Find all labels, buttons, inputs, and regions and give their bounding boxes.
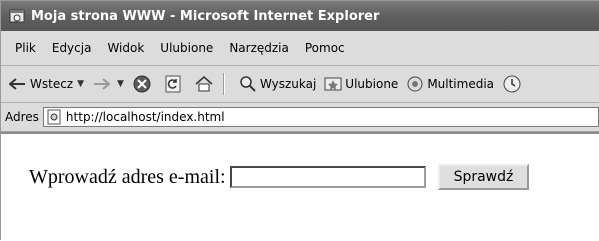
history-icon [503,75,521,93]
history-button[interactable] [502,74,525,94]
stop-icon [133,75,151,93]
toolbar: Wstecz ▼ ▼ Wyszukaj Ulubione Multimedia [1,66,599,103]
stop-button[interactable] [132,74,155,94]
email-field[interactable] [229,166,426,188]
favorites-label: Ulubione [345,77,399,91]
home-button[interactable] [194,74,217,94]
page-icon [46,109,62,125]
address-bar: Adres http://localhost/index.html [1,103,599,132]
check-button[interactable]: Sprawdź [437,164,530,190]
refresh-icon [165,75,181,93]
ie-page-icon [9,8,25,24]
refresh-button[interactable] [163,74,186,94]
media-icon [407,76,423,92]
forward-button[interactable]: ▼ [92,77,124,91]
menu-file[interactable]: Plik [15,41,36,55]
back-dropdown-icon[interactable]: ▼ [77,79,84,89]
menu-bar: Plik Edycja Widok Ulubione Narzędzia Pom… [1,31,599,66]
address-url: http://localhost/index.html [65,110,225,124]
back-arrow-icon [9,78,25,90]
favorites-icon [324,77,342,91]
media-label: Multimedia [427,77,495,91]
browser-window: Moja strona WWW - Microsoft Internet Exp… [0,0,599,241]
menu-help[interactable]: Pomoc [305,41,345,55]
email-form: Wprowadź adres e-mail: Sprawdź [29,164,530,190]
menu-tools[interactable]: Narzędzia [229,41,289,55]
forward-arrow-icon [94,78,111,90]
address-label: Adres [5,110,39,124]
back-button[interactable]: Wstecz ▼ [9,77,84,91]
search-label: Wyszukaj [259,77,317,91]
toolbar-separator [222,73,225,95]
favorites-button[interactable]: Ulubione [324,76,398,92]
email-label: Wprowadź adres e-mail: [29,165,226,188]
search-button[interactable]: Wyszukaj [239,75,316,93]
back-label: Wstecz [30,77,74,91]
title-bar[interactable]: Moja strona WWW - Microsoft Internet Exp… [1,1,599,31]
window-title: Moja strona WWW - Microsoft Internet Exp… [31,8,380,24]
home-icon [195,76,213,92]
menu-edit[interactable]: Edycja [52,41,92,55]
search-icon [240,76,256,92]
forward-dropdown-icon[interactable]: ▼ [117,79,124,89]
address-input[interactable]: http://localhost/index.html [42,107,599,127]
menu-favorites[interactable]: Ulubione [160,41,213,55]
media-button[interactable]: Multimedia [406,75,494,93]
menu-view[interactable]: Widok [107,41,144,55]
page-content: Wprowadź adres e-mail: Sprawdź [1,132,599,241]
